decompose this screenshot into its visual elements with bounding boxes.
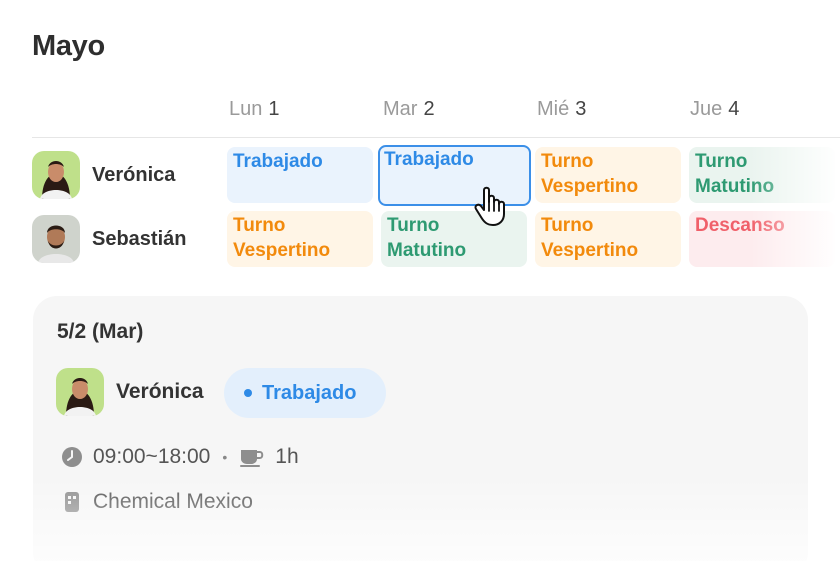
break-duration: 1h <box>275 445 299 468</box>
day-header-lun: Lun 1 <box>229 98 280 120</box>
location-name: Chemical Mexico <box>93 490 253 513</box>
detail-date: 5/2 (Mar) <box>57 320 144 343</box>
avatar <box>32 151 80 199</box>
shift-cell[interactable]: Turno Vespertino <box>535 147 681 203</box>
time-info: 09:00~18:00 • 1h <box>61 445 299 469</box>
status-dot-icon <box>244 389 252 397</box>
day-header-mie: Mié 3 <box>537 98 587 120</box>
shift-cell[interactable]: Turno Matutino <box>689 147 835 203</box>
employee-row-sebastian[interactable]: Sebastián <box>32 215 186 263</box>
separator: • <box>222 449 228 465</box>
clock-icon <box>61 446 83 468</box>
employee-name: Sebastián <box>92 227 187 250</box>
shift-cell[interactable]: Descanso <box>689 211 835 267</box>
hand-pointer-cursor-icon <box>470 184 514 228</box>
employee-name: Verónica <box>116 380 204 403</box>
month-title: Mayo <box>32 30 105 62</box>
coffee-cup-icon <box>239 446 265 468</box>
avatar <box>56 368 104 416</box>
shift-cell[interactable]: Trabajado <box>227 147 373 203</box>
shift-cell[interactable]: Turno Vespertino <box>227 211 373 267</box>
status-badge: Trabajado <box>224 368 386 418</box>
detail-employee: Verónica <box>56 368 204 416</box>
shift-detail-card: 5/2 (Mar) Verónica Trabajado 09:00~18:00… <box>33 296 808 561</box>
employee-row-veronica[interactable]: Verónica <box>32 151 175 199</box>
day-header-mar: Mar 2 <box>383 98 435 120</box>
shift-cell[interactable]: Turno Vespertino <box>535 211 681 267</box>
avatar <box>32 215 80 263</box>
status-label: Trabajado <box>262 381 357 404</box>
day-header-jue: Jue 4 <box>690 98 740 120</box>
employee-name: Verónica <box>92 163 176 186</box>
building-icon <box>61 491 83 513</box>
header-divider <box>32 137 840 138</box>
location-info: Chemical Mexico <box>61 490 253 514</box>
time-range: 09:00~18:00 <box>93 445 211 468</box>
